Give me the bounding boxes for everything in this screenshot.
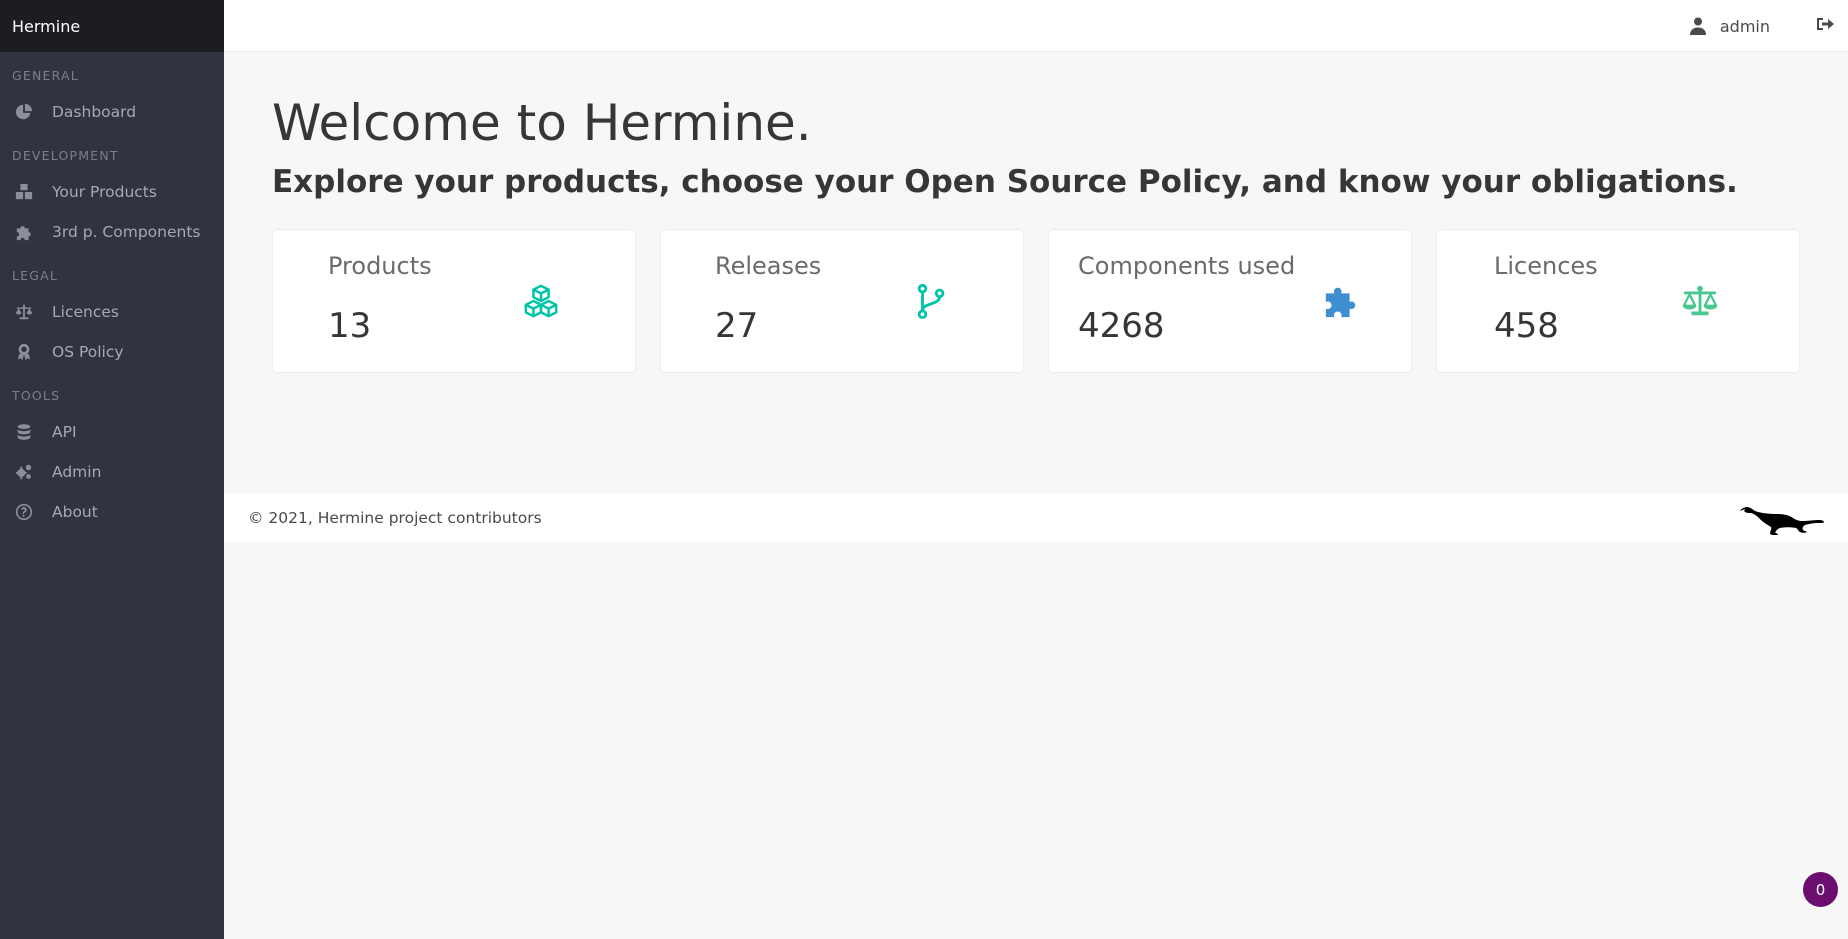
stat-value: 4268 — [1078, 306, 1165, 346]
footer-copyright: © 2021, Hermine project contributors — [248, 508, 542, 527]
sidebar-item-dashboard[interactable]: Dashboard — [0, 92, 224, 132]
stat-card-releases[interactable]: Releases 27 — [660, 229, 1024, 373]
user-name: admin — [1719, 16, 1770, 36]
brand-title[interactable]: Hermine — [0, 0, 224, 52]
user-icon — [1689, 17, 1706, 35]
logout-button[interactable] — [1816, 0, 1834, 52]
ermine-logo — [1740, 507, 1824, 535]
stat-title: Components used — [1078, 252, 1296, 280]
stat-card-products[interactable]: Products 13 — [272, 229, 636, 373]
menu-label-legal: LEGAL — [12, 267, 59, 283]
sidebar-item-label: About — [52, 503, 98, 521]
menu-label-development: DEVELOPMENT — [12, 147, 119, 163]
sidebar-item-label: Dashboard — [52, 103, 137, 121]
sign-out-icon — [1816, 15, 1834, 37]
sidebar-item-admin[interactable]: Admin — [0, 452, 224, 492]
menu-label-tools: TOOLS — [12, 387, 61, 403]
question-circle-icon — [14, 502, 34, 522]
stat-title: Releases — [715, 252, 822, 280]
stat-value: 458 — [1494, 306, 1559, 346]
user-menu[interactable]: admin — [1689, 0, 1770, 52]
stat-title: Products — [328, 252, 432, 280]
cogs-icon — [14, 462, 34, 482]
sidebar: Hermine GENERAL Dashboard DEVELOPMENT Yo… — [0, 0, 224, 939]
balance-scale-icon — [14, 302, 34, 322]
sidebar-item-os-policy[interactable]: OS Policy — [0, 332, 224, 372]
puzzle-piece-icon — [14, 222, 34, 242]
stat-value: 13 — [328, 306, 372, 346]
notification-badge[interactable]: 0 — [1803, 872, 1838, 907]
sidebar-item-3rd-party-components[interactable]: 3rd p. Components — [0, 212, 224, 252]
page-subtitle: Explore your products, choose your Open … — [272, 164, 1738, 200]
sidebar-item-about[interactable]: About — [0, 492, 224, 532]
database-icon — [14, 422, 34, 442]
stat-title: Licences — [1494, 252, 1598, 280]
sidebar-item-licences[interactable]: Licences — [0, 292, 224, 332]
cubes-icon — [524, 284, 558, 318]
sidebar-item-label: OS Policy — [52, 343, 124, 361]
sidebar-item-label: API — [52, 423, 77, 441]
stat-value: 27 — [715, 306, 759, 346]
cubes-icon — [14, 182, 34, 202]
page-title: Welcome to Hermine. — [272, 94, 812, 152]
award-icon — [14, 342, 34, 362]
chart-pie-icon — [14, 102, 34, 122]
stat-card-licences[interactable]: Licences 458 — [1436, 229, 1800, 373]
sidebar-item-label: Licences — [52, 303, 119, 321]
stat-card-components-used[interactable]: Components used 4268 — [1048, 229, 1412, 373]
sidebar-item-label: Admin — [52, 463, 102, 481]
sidebar-item-label: Your Products — [52, 183, 157, 201]
top-navbar: admin — [224, 0, 1848, 52]
puzzle-piece-icon — [1325, 287, 1356, 318]
footer: © 2021, Hermine project contributors — [224, 493, 1848, 542]
code-branch-icon — [917, 283, 945, 320]
sidebar-item-api[interactable]: API — [0, 412, 224, 452]
sidebar-item-your-products[interactable]: Your Products — [0, 172, 224, 212]
sidebar-item-label: 3rd p. Components — [52, 223, 201, 241]
menu-label-general: GENERAL — [12, 67, 79, 83]
balance-scale-icon — [1682, 285, 1718, 316]
